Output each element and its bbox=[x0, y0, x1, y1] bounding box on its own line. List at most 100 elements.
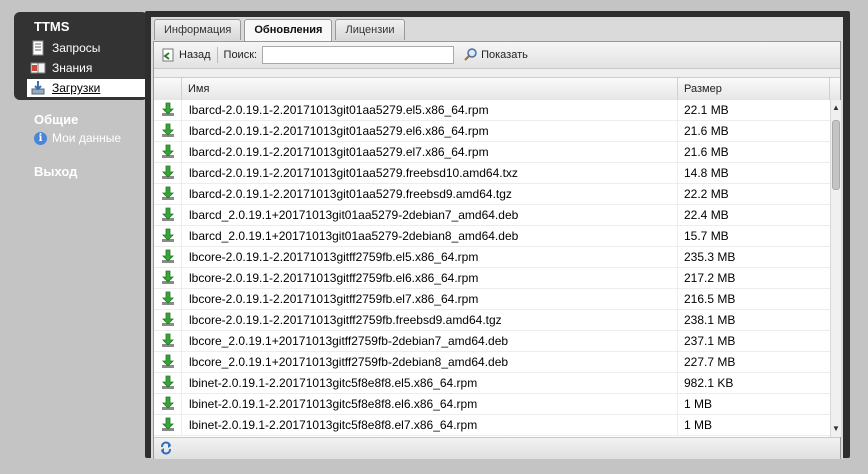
tab-bar: Информация Обновления Лицензии bbox=[154, 19, 408, 41]
section-general: Общие bbox=[34, 112, 79, 127]
table-row[interactable]: lbarcd-2.0.19.1-2.20171013git01aa5279.el… bbox=[154, 121, 830, 142]
table-row[interactable]: lbarcd-2.0.19.1-2.20171013git01aa5279.el… bbox=[154, 142, 830, 163]
table-row[interactable]: lbcore-2.0.19.1-2.20171013gitff2759fb.el… bbox=[154, 247, 830, 268]
tab-updates[interactable]: Обновления bbox=[244, 19, 333, 41]
table-row[interactable]: lbcore-2.0.19.1-2.20171013gitff2759fb.el… bbox=[154, 268, 830, 289]
file-name[interactable]: lbinet-2.0.19.1-2.20171013gitc5f8e8f8.el… bbox=[182, 373, 678, 393]
magnifier-icon bbox=[464, 48, 478, 62]
download-file-icon[interactable] bbox=[154, 394, 182, 414]
download-file-icon[interactable] bbox=[154, 184, 182, 204]
document-icon bbox=[30, 40, 46, 56]
file-size: 217.2 MB bbox=[684, 271, 736, 285]
file-name[interactable]: lbarcd-2.0.19.1-2.20171013git01aa5279.fr… bbox=[182, 184, 678, 204]
nav-item-requests[interactable]: Запросы bbox=[30, 39, 100, 57]
file-name[interactable]: lbcore-2.0.19.1-2.20171013gitff2759fb.fr… bbox=[182, 310, 678, 330]
file-size: 21.6 MB bbox=[684, 124, 729, 138]
grid-header: Имя Размер bbox=[154, 77, 840, 101]
download-file-icon[interactable] bbox=[154, 226, 182, 246]
download-file-icon[interactable] bbox=[154, 310, 182, 330]
download-file-icon[interactable] bbox=[154, 121, 182, 141]
search-input[interactable] bbox=[262, 46, 455, 64]
download-file-icon[interactable] bbox=[154, 268, 182, 288]
table-row[interactable]: lbcore-2.0.19.1-2.20171013gitff2759fb.fr… bbox=[154, 310, 830, 331]
file-name[interactable]: lbcore-2.0.19.1-2.20171013gitff2759fb.el… bbox=[182, 247, 678, 267]
scroll-thumb[interactable] bbox=[832, 120, 840, 190]
toolbar: Назад Поиск: Показать bbox=[154, 42, 840, 69]
table-row[interactable]: lbinet-2.0.19.1-2.20171013gitc5f8e8f8.el… bbox=[154, 415, 830, 436]
file-size: 216.5 MB bbox=[684, 292, 736, 306]
file-name[interactable]: lbarcd_2.0.19.1+20171013git01aa5279-2deb… bbox=[182, 205, 678, 225]
table-row[interactable]: lbarcd-2.0.19.1-2.20171013git01aa5279.fr… bbox=[154, 184, 830, 205]
file-list: lbarcd-2.0.19.1-2.20171013git01aa5279.el… bbox=[154, 100, 830, 437]
download-file-icon[interactable] bbox=[154, 205, 182, 225]
file-name[interactable]: lbcore_2.0.19.1+20171013gitff2759fb-2deb… bbox=[182, 352, 678, 372]
vertical-scrollbar[interactable]: ▲ ▼ bbox=[830, 100, 841, 437]
file-name[interactable]: lbinet-2.0.19.1-2.20171013gitc5f8e8f8.el… bbox=[182, 415, 678, 435]
download-file-icon[interactable] bbox=[154, 373, 182, 393]
file-name[interactable]: lbcore-2.0.19.1-2.20171013gitff2759fb.el… bbox=[182, 289, 678, 309]
download-icon bbox=[30, 80, 46, 96]
file-name[interactable]: lbarcd-2.0.19.1-2.20171013git01aa5279.el… bbox=[182, 100, 678, 120]
search-label: Поиск: bbox=[223, 49, 258, 61]
table-row[interactable]: lbarcd-2.0.19.1-2.20171013git01aa5279.el… bbox=[154, 100, 830, 121]
tab-content: Назад Поиск: Показать Имя Размер lbarcd-… bbox=[153, 41, 841, 459]
table-row[interactable]: lbarcd_2.0.19.1+20171013git01aa5279-2deb… bbox=[154, 226, 830, 247]
file-size: 22.2 MB bbox=[684, 187, 729, 201]
logout-link[interactable]: Выход bbox=[34, 164, 77, 179]
file-size: 21.6 MB bbox=[684, 145, 729, 159]
nav-item-label: Запросы bbox=[52, 41, 101, 55]
toolbar-divider bbox=[216, 47, 218, 63]
scroll-up-icon[interactable]: ▲ bbox=[831, 102, 841, 114]
download-file-icon[interactable] bbox=[154, 142, 182, 162]
table-row[interactable]: lbcore_2.0.19.1+20171013gitff2759fb-2deb… bbox=[154, 331, 830, 352]
file-size: 227.7 MB bbox=[684, 355, 736, 369]
table-row[interactable]: lbarcd_2.0.19.1+20171013git01aa5279-2deb… bbox=[154, 205, 830, 226]
download-file-icon[interactable] bbox=[154, 415, 182, 435]
scroll-down-icon[interactable]: ▼ bbox=[831, 423, 841, 435]
download-file-icon[interactable] bbox=[154, 247, 182, 267]
file-size: 22.1 MB bbox=[684, 103, 729, 117]
file-name[interactable]: lbarcd-2.0.19.1-2.20171013git01aa5279.el… bbox=[182, 121, 678, 141]
back-icon bbox=[160, 47, 176, 63]
file-size: 1 MB bbox=[684, 418, 713, 432]
grid-footer bbox=[154, 437, 840, 459]
table-row[interactable]: lbinet-2.0.19.1-2.20171013gitc5f8e8f8.el… bbox=[154, 373, 830, 394]
file-size: 982.1 KB bbox=[684, 376, 734, 390]
nav-item-knowledge[interactable]: Знания bbox=[30, 59, 92, 77]
nav-item-label: Загрузки bbox=[52, 81, 101, 95]
tab-licenses[interactable]: Лицензии bbox=[335, 19, 405, 40]
column-header-size[interactable]: Размер bbox=[678, 78, 830, 100]
table-row[interactable]: lbcore_2.0.19.1+20171013gitff2759fb-2deb… bbox=[154, 352, 830, 373]
file-name[interactable]: lbcore_2.0.19.1+20171013gitff2759fb-2deb… bbox=[182, 331, 678, 351]
table-row[interactable]: lbcore-2.0.19.1-2.20171013gitff2759fb.el… bbox=[154, 289, 830, 310]
table-row[interactable]: lbarcd-2.0.19.1-2.20171013git01aa5279.fr… bbox=[154, 163, 830, 184]
file-size: 15.7 MB bbox=[684, 229, 729, 243]
download-file-icon[interactable] bbox=[154, 331, 182, 351]
file-name[interactable]: lbarcd-2.0.19.1-2.20171013git01aa5279.el… bbox=[182, 142, 678, 162]
nav-item-label: Знания bbox=[52, 61, 93, 75]
back-button[interactable]: Назад bbox=[160, 47, 211, 63]
info-icon: i bbox=[34, 131, 47, 145]
file-name[interactable]: lbarcd-2.0.19.1-2.20171013git01aa5279.fr… bbox=[182, 163, 678, 183]
download-file-icon[interactable] bbox=[154, 163, 182, 183]
file-name[interactable]: lbarcd_2.0.19.1+20171013git01aa5279-2deb… bbox=[182, 226, 678, 246]
download-file-icon[interactable] bbox=[154, 100, 182, 120]
show-button[interactable]: Показать bbox=[464, 48, 528, 62]
refresh-icon[interactable] bbox=[159, 441, 173, 455]
file-name[interactable]: lbinet-2.0.19.1-2.20171013gitc5f8e8f8.el… bbox=[182, 394, 678, 414]
table-row[interactable]: lbinet-2.0.19.1-2.20171013gitc5f8e8f8.el… bbox=[154, 394, 830, 415]
download-file-icon[interactable] bbox=[154, 289, 182, 309]
nav-item-downloads[interactable]: Загрузки bbox=[27, 79, 148, 97]
column-header-name[interactable]: Имя bbox=[182, 78, 678, 100]
tab-info[interactable]: Информация bbox=[154, 19, 242, 40]
nav-item-label: Мои данные bbox=[52, 131, 122, 145]
file-size: 235.3 MB bbox=[684, 250, 736, 264]
file-size: 237.1 MB bbox=[684, 334, 736, 348]
download-file-icon[interactable] bbox=[154, 352, 182, 372]
file-size: 238.1 MB bbox=[684, 313, 736, 327]
file-name[interactable]: lbcore-2.0.19.1-2.20171013gitff2759fb.el… bbox=[182, 268, 678, 288]
panel-inner: Информация Обновления Лицензии Назад Пои… bbox=[151, 17, 843, 459]
file-size: 1 MB bbox=[684, 397, 713, 411]
back-label: Назад bbox=[179, 49, 211, 61]
nav-item-my-data[interactable]: i Мои данные bbox=[34, 131, 121, 145]
